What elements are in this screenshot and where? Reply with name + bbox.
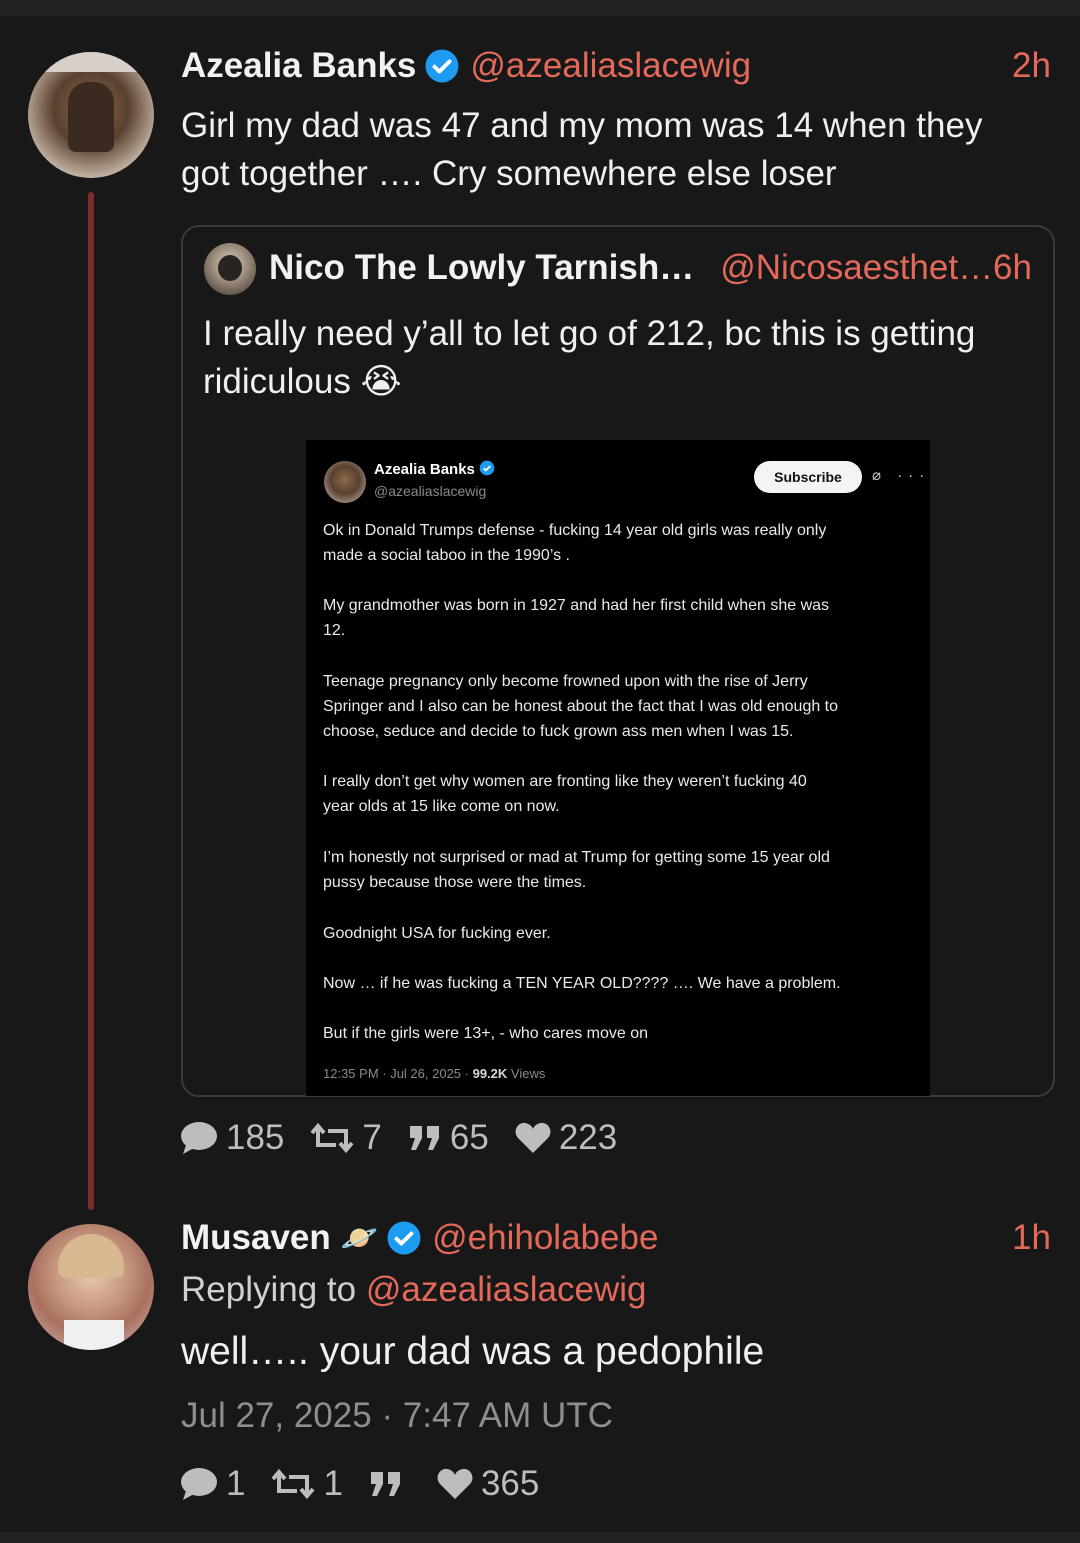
screenshot-line: My grandmother was born in 1927 and had … bbox=[323, 597, 830, 614]
screenshot-line: Ok in Donald Trumps defense - fucking 14… bbox=[323, 522, 827, 539]
screenshot-verified-icon bbox=[479, 460, 495, 476]
post-text-line: got together …. Cry somewhere else loser bbox=[181, 154, 837, 193]
screenshot-line: year olds at 15 like come on now. bbox=[323, 798, 560, 815]
reply-header: Musaven 🪐 @ehiholabebe bbox=[181, 1218, 658, 1258]
planet-emoji-icon: 🪐 bbox=[340, 1221, 379, 1255]
screenshot-line: pussy because those were the times. bbox=[323, 874, 587, 891]
screenshot-line: 12. bbox=[323, 622, 346, 639]
screenshot-avatar bbox=[324, 461, 366, 503]
avatar-musaven[interactable] bbox=[28, 1224, 154, 1350]
quote-time[interactable]: 6h bbox=[993, 248, 1032, 288]
screenshot-subscribe-button: Subscribe bbox=[754, 461, 862, 493]
screenshot-line: I’m honestly not surprised or mad at Tru… bbox=[323, 849, 830, 866]
quote-text-line: ridiculous 😭 bbox=[203, 362, 402, 401]
like-count: 365 bbox=[480, 1464, 540, 1503]
reply-button[interactable]: 1 bbox=[180, 1464, 245, 1504]
screenshot-paragraph: Ok in Donald Trumps defense - fucking 14… bbox=[323, 518, 923, 568]
reply-count: 185 bbox=[226, 1118, 285, 1157]
screenshot-line: Now … if he was fucking a TEN YEAR OLD??… bbox=[323, 975, 841, 992]
screenshot-footer: 12:35 PM · Jul 26, 2025 · 99.2K Views bbox=[323, 1066, 545, 1081]
screenshot-line: choose, seduce and decide to fuck grown … bbox=[323, 723, 794, 740]
screenshot-line: made a social taboo in the 1990’s . bbox=[323, 547, 570, 564]
screenshot-paragraph: Now … if he was fucking a TEN YEAR OLD??… bbox=[323, 971, 923, 996]
quote-author-name[interactable]: Nico The Lowly Tarnish… bbox=[269, 248, 694, 288]
thread-line bbox=[88, 192, 94, 1210]
screenshot-timestamp: 12:35 PM · Jul 26, 2025 · bbox=[323, 1066, 473, 1081]
quote-text-line: I really need y’all to let go of 212, bc… bbox=[203, 314, 976, 353]
quote-text: I really need y’all to let go of 212, bc… bbox=[203, 310, 975, 406]
heart-icon bbox=[437, 1468, 473, 1499]
screenshot-more-icon: ⌀ ··· bbox=[872, 467, 931, 484]
author-name[interactable]: Azealia Banks bbox=[181, 46, 416, 86]
reply-button[interactable]: 185 bbox=[180, 1118, 284, 1158]
like-button[interactable]: 365 bbox=[437, 1464, 539, 1504]
post-actions: 185 7 65 223 bbox=[180, 1118, 643, 1158]
retweet-count: 7 bbox=[362, 1118, 382, 1157]
screenshot-line: Goodnight USA for fucking ever. bbox=[323, 925, 551, 942]
screenshot-author-name: Azealia Banks bbox=[374, 460, 495, 478]
retweet-button[interactable]: 1 bbox=[271, 1464, 343, 1504]
retweet-icon bbox=[310, 1123, 354, 1153]
quote-icon bbox=[370, 1472, 400, 1496]
reply-date[interactable]: Jul 27, 2025 · 7:47 AM UTC bbox=[181, 1396, 613, 1436]
top-bar bbox=[0, 0, 1080, 16]
screenshot-line: But if the girls were 13+, - who cares m… bbox=[323, 1025, 649, 1042]
screenshot-paragraph: My grandmother was born in 1927 and had … bbox=[323, 593, 923, 643]
screenshot-paragraph: Teenage pregnancy only become frowned up… bbox=[323, 669, 923, 744]
post-text-line: Girl my dad was 47 and my mom was 14 whe… bbox=[181, 106, 983, 145]
reply-count: 1 bbox=[226, 1464, 246, 1503]
replying-to: Replying to @azealiaslacewig bbox=[181, 1270, 647, 1310]
screenshot-line: I really don’t get why women are frontin… bbox=[323, 773, 807, 790]
reply-actions: 1 1 365 bbox=[180, 1464, 565, 1504]
screenshot-views-label: Views bbox=[507, 1066, 546, 1081]
post-text: Girl my dad was 47 and my mom was 14 whe… bbox=[181, 102, 982, 198]
screenshot-paragraph: I really don’t get why women are frontin… bbox=[323, 769, 923, 819]
screenshot-views-count: 99.2K bbox=[472, 1066, 508, 1081]
post-time[interactable]: 2h bbox=[1012, 46, 1051, 86]
quote-button[interactable] bbox=[369, 1470, 411, 1498]
retweet-count: 1 bbox=[323, 1464, 343, 1503]
author-handle[interactable]: @azealiaslacewig bbox=[470, 46, 751, 86]
retweet-button[interactable]: 7 bbox=[310, 1118, 382, 1158]
screenshot-line: Springer and I also can be honest about … bbox=[323, 698, 839, 715]
verified-badge-icon bbox=[425, 49, 459, 83]
like-count: 223 bbox=[558, 1118, 618, 1157]
comment-icon bbox=[181, 1468, 217, 1500]
avatar-azealia[interactable] bbox=[28, 52, 154, 178]
heart-icon bbox=[515, 1122, 551, 1153]
post-header: Azealia Banks @azealiaslacewig bbox=[181, 46, 751, 86]
quote-author-handle[interactable]: @Nicosaesthet… bbox=[720, 248, 993, 288]
screenshot-paragraph: Goodnight USA for fucking ever. bbox=[323, 921, 923, 946]
reply-text: well….. your dad was a pedophile bbox=[181, 1330, 765, 1373]
retweet-icon bbox=[271, 1469, 315, 1499]
screenshot-line: Teenage pregnancy only become frowned up… bbox=[323, 673, 808, 690]
screenshot-paragraph: I’m honestly not surprised or mad at Tru… bbox=[323, 845, 923, 895]
replying-to-handle[interactable]: @azealiaslacewig bbox=[366, 1270, 647, 1309]
avatar-nico[interactable] bbox=[204, 243, 256, 295]
replying-to-prefix: Replying to bbox=[181, 1270, 366, 1309]
like-button[interactable]: 223 bbox=[515, 1118, 617, 1158]
verified-badge-icon bbox=[387, 1221, 421, 1255]
quote-count: 65 bbox=[449, 1118, 489, 1157]
screenshot-name-text: Azealia Banks bbox=[374, 461, 475, 478]
reply-author-name[interactable]: Musaven bbox=[181, 1218, 331, 1258]
quote-icon bbox=[409, 1126, 439, 1150]
reply-time[interactable]: 1h bbox=[1012, 1218, 1051, 1258]
bottom-bar bbox=[0, 1532, 1080, 1543]
screenshot-paragraph: But if the girls were 13+, - who cares m… bbox=[323, 1021, 923, 1046]
quote-button[interactable]: 65 bbox=[408, 1118, 489, 1158]
comment-icon bbox=[181, 1122, 217, 1154]
reply-author-handle[interactable]: @ehiholabebe bbox=[432, 1218, 658, 1258]
quote-header: Nico The Lowly Tarnish… @Nicosaesthet… bbox=[269, 248, 993, 288]
screenshot-author-handle: @azealiaslacewig bbox=[374, 483, 487, 499]
